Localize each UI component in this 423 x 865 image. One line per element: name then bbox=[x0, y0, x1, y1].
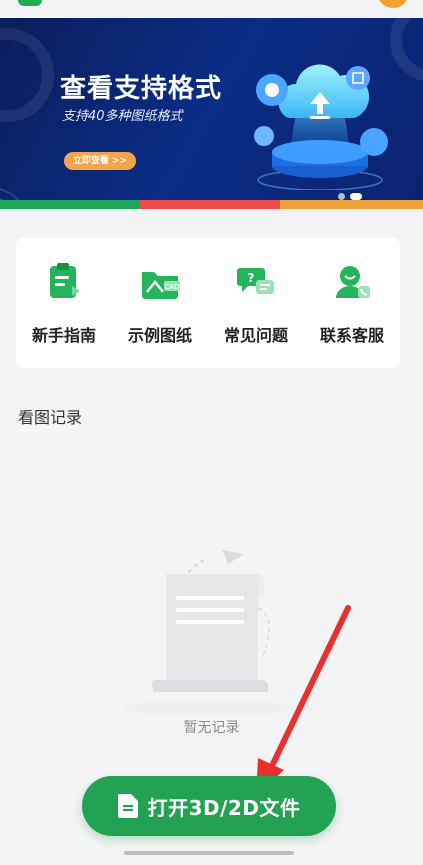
quick-menu-card: 新手指南 CAD 示例图纸 ? 常见问题 联系客服 bbox=[16, 238, 400, 368]
banner-color-stripe bbox=[0, 200, 423, 209]
history-section-title: 看图记录 bbox=[18, 408, 83, 427]
avatar[interactable] bbox=[377, 0, 409, 8]
banner-pagination[interactable] bbox=[338, 193, 362, 200]
guide-clipboard-icon bbox=[50, 263, 80, 298]
decor-arcs bbox=[0, 188, 20, 200]
document-icon bbox=[117, 794, 138, 818]
menu-item-contact[interactable]: 联系客服 bbox=[304, 238, 400, 346]
menu-item-guide[interactable]: 新手指南 bbox=[16, 238, 112, 346]
svg-text:CAD: CAD bbox=[164, 283, 179, 291]
home-indicator[interactable] bbox=[124, 851, 294, 855]
svg-text:?: ? bbox=[248, 271, 255, 285]
cloud-upload-illustration bbox=[254, 64, 388, 190]
menu-item-faq[interactable]: ? 常见问题 bbox=[208, 238, 304, 346]
banner-title: 查看支持格式 bbox=[60, 74, 223, 104]
menu-item-sample[interactable]: CAD 示例图纸 bbox=[112, 238, 208, 346]
banner-subtitle: 支持40多种图纸格式 bbox=[62, 109, 183, 124]
pagination-dot-active[interactable] bbox=[350, 193, 362, 200]
menu-label-sample: 示例图纸 bbox=[127, 326, 192, 345]
open-file-label: 打开3D/2D文件 bbox=[147, 795, 301, 820]
decor-ring bbox=[0, 28, 54, 122]
open-file-button[interactable]: 打开3D/2D文件 bbox=[82, 776, 336, 836]
menu-label-guide: 新手指南 bbox=[31, 326, 96, 345]
customer-service-icon bbox=[336, 266, 370, 298]
menu-label-contact: 联系客服 bbox=[319, 326, 384, 345]
annotation-arrow bbox=[256, 605, 351, 796]
pagination-dot[interactable] bbox=[338, 193, 345, 200]
banner-cta-button[interactable]: 立即查看 >> bbox=[64, 152, 136, 170]
promo-banner[interactable]: 查看支持格式 支持40多种图纸格式 立即查看 >> bbox=[0, 18, 423, 200]
menu-label-faq: 常见问题 bbox=[223, 326, 288, 345]
cad-folder-icon: CAD bbox=[142, 272, 180, 299]
app-status-icon bbox=[18, 0, 42, 6]
faq-chat-icon: ? bbox=[237, 268, 274, 294]
